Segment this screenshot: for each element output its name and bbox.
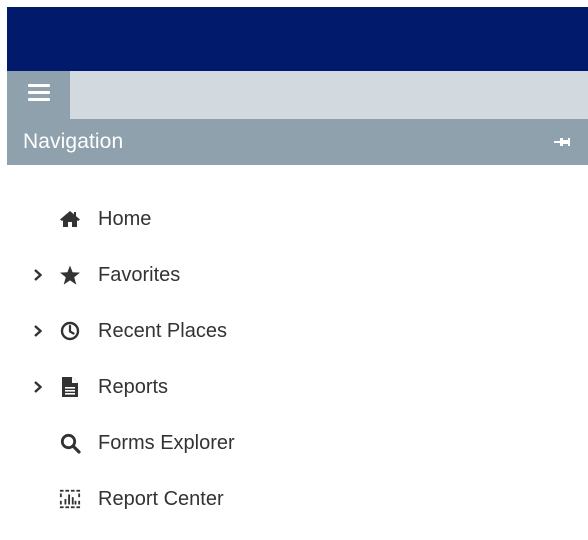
- home-icon: [59, 208, 81, 230]
- navigation-list: Home Favorites Recent Places Reports For…: [7, 165, 588, 540]
- nav-item-label: Forms Explorer: [98, 431, 235, 454]
- document-icon: [59, 376, 81, 398]
- nav-item-label: Favorites: [98, 263, 181, 286]
- pin-icon[interactable]: [554, 136, 570, 148]
- nav-item-recent-places[interactable]: Recent Places: [7, 309, 588, 353]
- nav-item-report-center[interactable]: Report Center: [7, 477, 588, 521]
- nav-item-home[interactable]: Home: [7, 197, 588, 241]
- hamburger-menu-button[interactable]: [7, 71, 70, 119]
- toolbar: [7, 71, 588, 119]
- hamburger-menu-icon: [27, 83, 50, 101]
- chevron-right-icon[interactable]: [31, 268, 45, 282]
- nav-item-favorites[interactable]: Favorites: [7, 253, 588, 297]
- chevron-right-icon[interactable]: [31, 324, 45, 338]
- app-window: Navigation Home Favorites Recent Places …: [0, 0, 588, 540]
- nav-item-label: Reports: [98, 375, 169, 398]
- navigation-header: Navigation: [7, 119, 588, 165]
- chevron-right-icon[interactable]: [31, 380, 45, 394]
- nav-item-forms-explorer[interactable]: Forms Explorer: [7, 421, 588, 465]
- top-banner: [7, 7, 588, 71]
- nav-item-reports[interactable]: Reports: [7, 365, 588, 409]
- report-center-icon: [59, 488, 81, 510]
- star-icon: [59, 264, 81, 286]
- nav-item-label: Recent Places: [98, 319, 227, 342]
- navigation-title: Navigation: [23, 130, 124, 153]
- nav-item-label: Report Center: [98, 487, 224, 510]
- nav-item-label: Home: [98, 207, 152, 230]
- search-icon: [59, 432, 81, 454]
- clock-icon: [59, 320, 81, 342]
